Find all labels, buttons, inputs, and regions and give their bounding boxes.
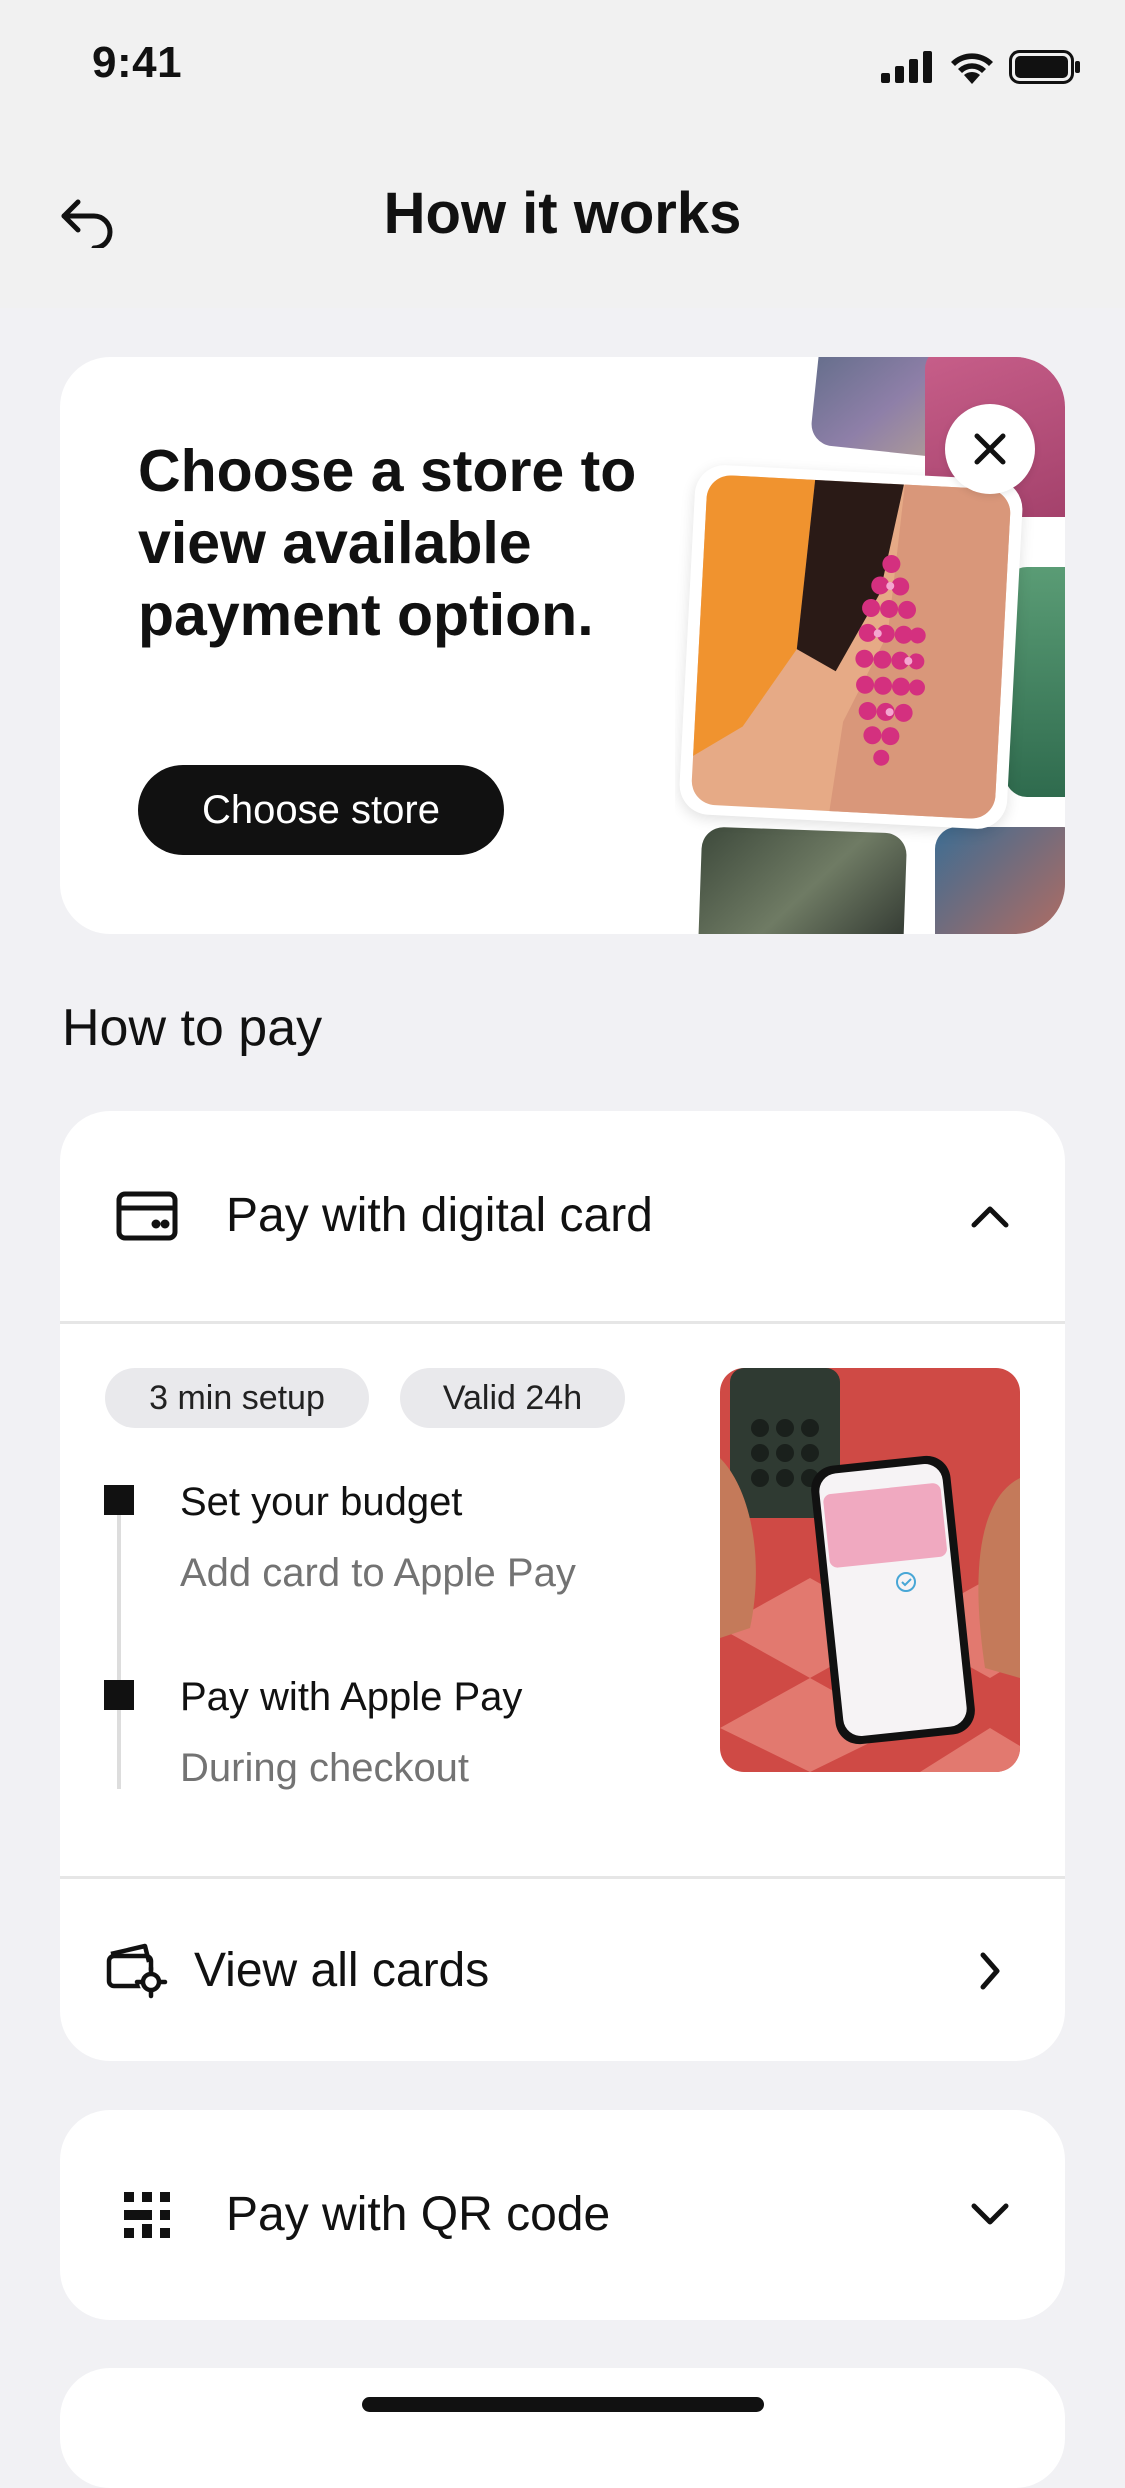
back-arrow-icon	[61, 199, 113, 248]
chevron-down-icon	[965, 2190, 1015, 2240]
earring-photo-frame	[678, 463, 1024, 831]
qr-code-icon	[115, 2183, 179, 2247]
step-subtitle: During checkout	[180, 1746, 470, 1790]
cards-settings-icon	[105, 1936, 169, 2000]
home-indicator[interactable]	[362, 2397, 764, 2412]
camera-photo	[697, 826, 908, 934]
qr-code-label: Pay with QR code	[226, 2188, 611, 2241]
close-icon	[974, 433, 1006, 465]
step-title: Pay with Apple Pay	[180, 1675, 523, 1719]
blue-photo	[935, 827, 1065, 934]
digital-card-panel: Pay with digital card 3 min setup Valid …	[60, 1111, 1065, 2061]
nav-bar: How it works	[0, 140, 1125, 308]
step-connector	[117, 1493, 121, 1789]
setup-time-badge: 3 min setup	[105, 1368, 369, 1428]
earring-photo	[690, 474, 1012, 820]
digital-card-label: Pay with digital card	[226, 1189, 653, 1242]
qr-code-panel[interactable]: Pay with QR code	[60, 2110, 1065, 2320]
section-title-how-to-pay: How to pay	[62, 999, 323, 1057]
divider	[60, 1321, 1065, 1324]
chevron-up-icon	[965, 1191, 1015, 1241]
choose-store-button[interactable]: Choose store	[138, 765, 504, 855]
status-bar: 9:41	[0, 0, 1125, 140]
view-all-cards-label: View all cards	[194, 1944, 490, 1997]
step-subtitle: Add card to Apple Pay	[180, 1551, 576, 1595]
promo-headline: Choose a store to view available payment…	[138, 438, 637, 648]
close-promo-button[interactable]	[945, 404, 1035, 494]
step-marker	[104, 1485, 134, 1515]
promo-card: Choose a store to view available payment…	[60, 357, 1065, 934]
chevron-right-icon	[965, 1946, 1015, 1996]
battery-icon	[1009, 50, 1080, 84]
validity-badge: Valid 24h	[400, 1368, 625, 1428]
wifi-icon	[951, 53, 993, 84]
status-icons	[881, 50, 1081, 84]
back-button[interactable]	[56, 190, 120, 254]
step-marker	[104, 1680, 134, 1710]
status-time: 9:41	[92, 38, 183, 87]
qr-code-header[interactable]: Pay with QR code	[60, 2110, 1065, 2320]
apple-pay-phone-image	[720, 1368, 1020, 1772]
signal-icon	[881, 51, 932, 83]
step-title: Set your budget	[180, 1480, 463, 1524]
next-payment-panel[interactable]	[60, 2368, 1065, 2488]
view-all-cards-row[interactable]: View all cards	[60, 1878, 1065, 2061]
card-icon	[115, 1184, 179, 1248]
page-title: How it works	[383, 181, 742, 246]
digital-card-header[interactable]: Pay with digital card	[60, 1111, 1065, 1321]
